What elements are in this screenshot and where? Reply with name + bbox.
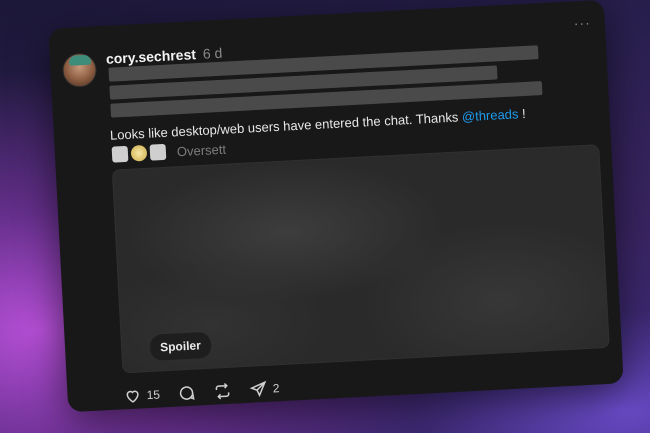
mention-link[interactable]: @threads xyxy=(462,106,519,124)
repost-button[interactable] xyxy=(213,382,232,401)
share-button[interactable]: 2 xyxy=(249,379,280,399)
sticker-icon xyxy=(149,143,167,161)
post-card: cory.sechrest 6 d ··· Looks like desktop… xyxy=(48,0,624,413)
like-button[interactable]: 15 xyxy=(123,385,160,405)
comment-icon xyxy=(180,386,195,400)
translate-link[interactable]: Oversett xyxy=(177,141,227,159)
comment-button[interactable] xyxy=(177,384,196,403)
blurred-media[interactable]: Spoiler xyxy=(111,144,610,374)
post-text-after: ! xyxy=(518,105,527,122)
like-count: 15 xyxy=(146,387,161,403)
repost-icon xyxy=(215,383,230,400)
sticker-icon xyxy=(111,145,129,163)
heart-icon xyxy=(126,390,139,403)
action-bar: 15 2 xyxy=(123,378,298,405)
share-icon xyxy=(250,380,267,398)
emoji-row: Oversett xyxy=(111,141,227,163)
avatar[interactable] xyxy=(61,52,98,89)
more-options-button[interactable]: ··· xyxy=(573,14,591,31)
spoiler-badge[interactable]: Spoiler xyxy=(149,331,212,361)
face-emoji-icon xyxy=(130,144,148,162)
share-count: 2 xyxy=(272,381,280,396)
timestamp[interactable]: 6 d xyxy=(202,45,222,62)
